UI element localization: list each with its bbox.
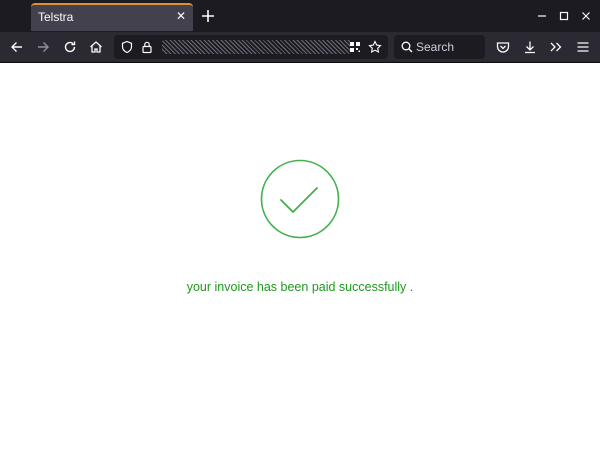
tracking-protection-button[interactable]: [120, 40, 134, 54]
home-icon: [90, 41, 102, 53]
bookmark-star-icon: [368, 40, 382, 54]
close-icon: [582, 12, 590, 20]
downloads-button[interactable]: [522, 39, 538, 55]
plus-icon: [202, 10, 214, 22]
pocket-button[interactable]: [495, 39, 511, 55]
tab-telstra[interactable]: Telstra ✕: [31, 3, 193, 31]
site-info-button[interactable]: [140, 40, 154, 54]
overflow-chevron-icon: [550, 42, 562, 52]
maximize-icon: [559, 11, 569, 21]
window-maximize-button[interactable]: [557, 9, 571, 23]
back-arrow-icon: [11, 42, 22, 52]
success-message: your invoice has been paid successfully …: [186, 280, 414, 294]
search-icon: [401, 41, 413, 53]
app-menu-button[interactable]: [575, 39, 591, 55]
home-button[interactable]: [88, 39, 104, 55]
window-close-button[interactable]: [579, 9, 593, 23]
reload-button[interactable]: [62, 39, 78, 55]
url-text-redacted[interactable]: [162, 40, 350, 54]
forward-button[interactable]: [35, 39, 51, 55]
page-content: your invoice has been paid successfully …: [0, 63, 600, 451]
download-icon: [525, 41, 535, 54]
url-bar[interactable]: [114, 35, 388, 59]
forward-arrow-icon: [38, 42, 49, 52]
qr-code-button[interactable]: [348, 40, 362, 54]
reload-icon: [64, 41, 76, 53]
qr-code-icon: [350, 42, 360, 52]
shield-icon: [121, 40, 133, 54]
new-tab-button[interactable]: [199, 7, 217, 25]
window-minimize-button[interactable]: [535, 9, 549, 23]
pocket-icon: [496, 42, 510, 53]
lock-icon: [142, 41, 152, 54]
minimize-icon: [538, 15, 546, 17]
browser-window: Telstra ✕ Search your invoice has been p…: [0, 0, 600, 451]
tab-strip: Telstra ✕: [0, 0, 600, 32]
search-placeholder: Search: [416, 40, 455, 54]
tab-close-icon[interactable]: ✕: [174, 9, 188, 23]
bookmark-button[interactable]: [368, 40, 382, 54]
checkmark-circle-icon: [260, 159, 340, 239]
back-button[interactable]: [9, 39, 25, 55]
success-status: [259, 158, 341, 240]
search-bar[interactable]: Search: [394, 35, 485, 59]
navigation-toolbar: Search: [0, 32, 600, 63]
overflow-menu-button[interactable]: [548, 39, 564, 55]
tab-title: Telstra: [38, 10, 74, 24]
hamburger-menu-icon: [577, 42, 589, 52]
